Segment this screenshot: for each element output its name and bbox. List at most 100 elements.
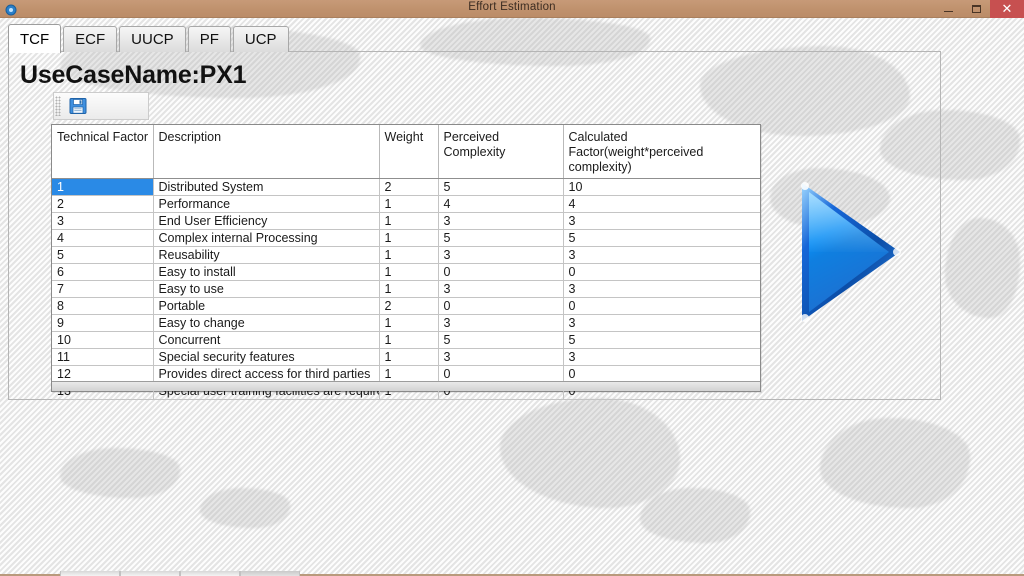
tab-pf[interactable]: PF xyxy=(187,26,231,52)
taskbar-item-active[interactable] xyxy=(240,571,300,576)
table-row[interactable]: 4 Complex internal Processing 1 5 5 xyxy=(52,229,760,248)
cell-calculated-factor[interactable]: 3 xyxy=(563,246,760,265)
cell-perceived-complexity[interactable]: 0 xyxy=(438,297,564,316)
table-row[interactable]: 7 Easy to use 1 3 3 xyxy=(52,280,760,299)
application-window: Effort Estimation ✕ TCF ECF UUCP PF UCP … xyxy=(0,0,1024,576)
cell-technical-factor[interactable]: 7 xyxy=(52,280,154,299)
cell-technical-factor[interactable]: 5 xyxy=(52,246,154,265)
grid-table: Technical Factor Description Weight Perc… xyxy=(52,125,760,401)
cell-technical-factor[interactable]: 11 xyxy=(52,348,154,367)
cell-perceived-complexity[interactable]: 3 xyxy=(438,348,564,367)
cell-description[interactable]: Distributed System xyxy=(153,178,380,197)
cell-calculated-factor[interactable]: 3 xyxy=(563,314,760,333)
cell-perceived-complexity[interactable]: 5 xyxy=(438,178,564,197)
table-row[interactable]: 1 Distributed System 2 5 10 xyxy=(52,178,760,197)
cell-description[interactable]: Complex internal Processing xyxy=(153,229,380,248)
restore-button[interactable] xyxy=(962,0,990,18)
taskbar-item[interactable] xyxy=(180,571,240,576)
cell-perceived-complexity[interactable]: 4 xyxy=(438,195,564,214)
cell-perceived-complexity[interactable]: 5 xyxy=(438,229,564,248)
technical-factors-grid[interactable]: Technical Factor Description Weight Perc… xyxy=(51,124,761,401)
cell-description[interactable]: Concurrent xyxy=(153,331,380,350)
cell-description[interactable]: Special security features xyxy=(153,348,380,367)
cell-technical-factor[interactable]: 9 xyxy=(52,314,154,333)
cell-description[interactable]: Portable xyxy=(153,297,380,316)
table-row[interactable]: 2 Performance 1 4 4 xyxy=(52,195,760,214)
tab-label: TCF xyxy=(20,30,50,48)
cell-weight[interactable]: 1 xyxy=(379,212,439,231)
cell-calculated-factor[interactable]: 5 xyxy=(563,331,760,350)
window-controls: ✕ xyxy=(934,0,1024,18)
cell-technical-factor[interactable]: 4 xyxy=(52,229,154,248)
tab-label: UUCP xyxy=(131,31,174,48)
cell-perceived-complexity[interactable]: 3 xyxy=(438,280,564,299)
page-title: UseCaseName:PX1 xyxy=(20,61,247,89)
cell-perceived-complexity[interactable]: 0 xyxy=(438,263,564,282)
column-header-perceived-complexity[interactable]: Perceived Complexity xyxy=(438,125,564,180)
window-title: Effort Estimation xyxy=(468,1,556,13)
cell-technical-factor[interactable]: 8 xyxy=(52,297,154,316)
cell-calculated-factor[interactable]: 3 xyxy=(563,280,760,299)
cell-technical-factor[interactable]: 3 xyxy=(52,212,154,231)
table-row[interactable]: 8 Portable 2 0 0 xyxy=(52,297,760,316)
minimize-button[interactable] xyxy=(934,0,962,18)
tab-uucp[interactable]: UUCP xyxy=(119,26,186,52)
cell-technical-factor[interactable]: 6 xyxy=(52,263,154,282)
table-row[interactable]: 9 Easy to change 1 3 3 xyxy=(52,314,760,333)
taskbar-item[interactable] xyxy=(60,571,120,576)
save-button[interactable] xyxy=(63,94,93,118)
cell-description[interactable]: Reusability xyxy=(153,246,380,265)
floppy-disk-icon xyxy=(69,97,87,115)
cell-technical-factor[interactable]: 1 xyxy=(52,178,154,197)
table-row[interactable]: 3 End User Efficiency 1 3 3 xyxy=(52,212,760,231)
cell-perceived-complexity[interactable]: 3 xyxy=(438,246,564,265)
title-bar[interactable]: Effort Estimation ✕ xyxy=(0,0,1024,18)
table-row[interactable]: 10 Concurrent 1 5 5 xyxy=(52,331,760,350)
table-row[interactable]: 5 Reusability 1 3 3 xyxy=(52,246,760,265)
cell-description[interactable]: Easy to install xyxy=(153,263,380,282)
cell-calculated-factor[interactable]: 0 xyxy=(563,263,760,282)
cell-calculated-factor[interactable]: 10 xyxy=(563,178,760,197)
table-row[interactable]: 11 Special security features 1 3 3 xyxy=(52,348,760,367)
cell-calculated-factor[interactable]: 4 xyxy=(563,195,760,214)
cell-calculated-factor[interactable]: 3 xyxy=(563,348,760,367)
next-button[interactable] xyxy=(795,178,905,326)
cell-technical-factor[interactable]: 2 xyxy=(52,195,154,214)
cell-weight[interactable]: 1 xyxy=(379,229,439,248)
column-header-description[interactable]: Description xyxy=(153,125,380,180)
column-header-calculated-factor[interactable]: Calculated Factor(weight*perceived compl… xyxy=(563,125,760,180)
cell-weight[interactable]: 1 xyxy=(379,280,439,299)
cell-weight[interactable]: 1 xyxy=(379,246,439,265)
cell-perceived-complexity[interactable]: 5 xyxy=(438,331,564,350)
cell-description[interactable]: Performance xyxy=(153,195,380,214)
cell-description[interactable]: Easy to change xyxy=(153,314,380,333)
drag-grip-icon[interactable] xyxy=(55,96,61,116)
tab-tcf[interactable]: TCF xyxy=(8,24,62,53)
cell-technical-factor[interactable]: 10 xyxy=(52,331,154,350)
cell-weight[interactable]: 1 xyxy=(379,348,439,367)
grid-horizontal-scrollbar[interactable] xyxy=(52,381,760,391)
tab-strip: TCF ECF UUCP PF UCP xyxy=(8,24,291,53)
close-button[interactable]: ✕ xyxy=(990,0,1024,18)
cell-weight[interactable]: 1 xyxy=(379,263,439,282)
cell-weight[interactable]: 2 xyxy=(379,297,439,316)
cell-weight[interactable]: 2 xyxy=(379,178,439,197)
cell-calculated-factor[interactable]: 0 xyxy=(563,297,760,316)
cell-weight[interactable]: 1 xyxy=(379,195,439,214)
taskbar-item[interactable] xyxy=(120,571,180,576)
cell-calculated-factor[interactable]: 5 xyxy=(563,229,760,248)
tab-ecf[interactable]: ECF xyxy=(63,26,118,52)
restore-icon xyxy=(971,5,981,13)
tab-ucp[interactable]: UCP xyxy=(232,26,289,52)
cell-description[interactable]: End User Efficiency xyxy=(153,212,380,231)
column-header-weight[interactable]: Weight xyxy=(379,125,439,180)
table-row[interactable]: 6 Easy to install 1 0 0 xyxy=(52,263,760,282)
cell-calculated-factor[interactable]: 3 xyxy=(563,212,760,231)
cell-description[interactable]: Easy to use xyxy=(153,280,380,299)
cell-perceived-complexity[interactable]: 3 xyxy=(438,314,564,333)
cell-weight[interactable]: 1 xyxy=(379,331,439,350)
column-header-technical-factor[interactable]: Technical Factor xyxy=(52,125,154,180)
cell-weight[interactable]: 1 xyxy=(379,314,439,333)
toolbar xyxy=(53,92,149,120)
cell-perceived-complexity[interactable]: 3 xyxy=(438,212,564,231)
